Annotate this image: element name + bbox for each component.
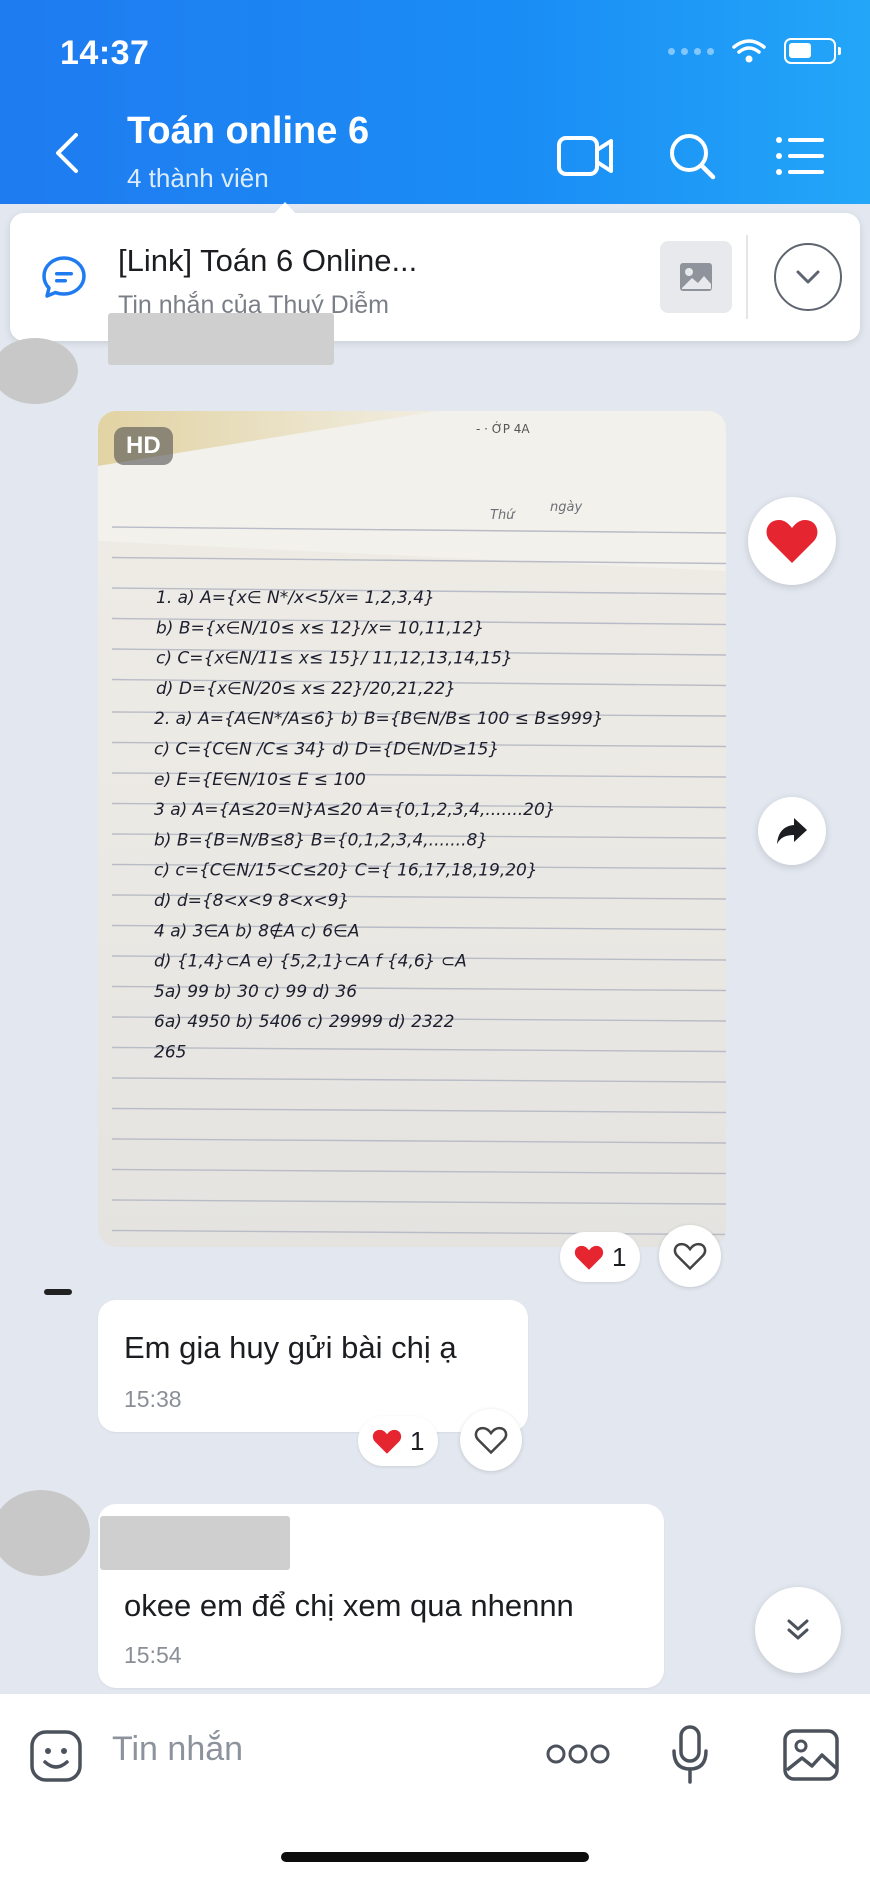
notebook-handwritten-line: c) C={C∈N /C≤ 34} d) D={D∈N/D≥15} (154, 740, 499, 760)
pinned-caret (272, 202, 298, 216)
image-icon (680, 263, 712, 291)
sender-name (108, 313, 334, 365)
forward-button[interactable] (758, 797, 826, 865)
video-call-icon (557, 136, 613, 176)
double-chevron-down-icon (787, 1619, 809, 1640)
chevron-down-icon (796, 270, 820, 284)
message-text: okee em để chị xem qua nhennn (124, 1588, 574, 1623)
pinned-divider (746, 235, 748, 319)
menu-icon (776, 137, 824, 175)
image-message[interactable]: Thứ ngày - · ỚP 4A 1. a) A={x∈ N*/x<5/x=… (98, 411, 726, 1247)
search-icon (670, 134, 716, 180)
notebook-rule-line (111, 1229, 726, 1236)
pinned-title: [Link] Toán 6 Online... (118, 243, 418, 278)
reaction-summary[interactable]: 1 (358, 1416, 439, 1466)
expand-pinned-button[interactable] (774, 243, 842, 311)
notebook-photo: Thứ ngày - · ỚP 4A 1. a) A={x∈ N*/x<5/x=… (98, 411, 726, 1236)
signal-icon (668, 47, 714, 55)
chat-header: 14:37 Toán online 6 4 thành viên (0, 0, 870, 204)
notebook-handwritten-line: c) C={x∈N/11≤ x≤ 15}/ 11,12,13,14,15} (156, 649, 513, 669)
notebook-handwritten-line: b) B={x∈N/10≤ x≤ 12}/x= 10,11,12} (156, 618, 484, 638)
message-text: Em gia huy gửi bài chị ạ (124, 1330, 457, 1365)
menu-button[interactable] (770, 128, 832, 184)
back-icon (56, 133, 78, 173)
notebook-header-fragment: - · ỚP 4A (476, 421, 530, 436)
home-indicator (281, 1852, 589, 1862)
reaction-summary[interactable]: 1 (560, 1232, 641, 1282)
notebook-handwritten-line: 6a) 4950 b) 5406 c) 29999 d) 2322 (154, 1012, 454, 1032)
message-time: 15:54 (124, 1642, 182, 1668)
notebook-rule-line (111, 1199, 726, 1205)
notebook-handwritten-line: 5a) 99 b) 30 c) 99 d) 36 (154, 982, 357, 1002)
typing-dash (44, 1289, 72, 1295)
pinned-thumbnail[interactable] (660, 241, 732, 313)
notebook-handwritten-line: d) d={8<x<9 8<x<9} (154, 891, 349, 911)
scroll-to-bottom-button[interactable] (755, 1587, 841, 1673)
chat-bubble-icon (40, 253, 88, 301)
member-count[interactable]: 4 thành viên (127, 163, 269, 194)
reaction-count: 1 (612, 1241, 627, 1272)
notebook-handwritten-line: 265 (154, 1043, 186, 1063)
avatar[interactable] (0, 338, 78, 404)
notebook-day: Thứ (490, 508, 516, 523)
message-time: 15:38 (124, 1386, 182, 1412)
gallery-icon[interactable] (782, 1728, 840, 1782)
like-button[interactable] (659, 1225, 721, 1287)
notebook-rule-line (111, 1046, 726, 1053)
hd-badge: HD (114, 427, 173, 465)
video-call-button[interactable] (555, 128, 617, 184)
more-icon[interactable] (546, 1742, 610, 1766)
quick-heart-button[interactable] (748, 497, 836, 585)
notebook-rule-line (111, 1077, 726, 1083)
notebook-handwritten-line: 2. a) A={A∈N*/A≤6} b) B={B∈N/B≤ 100 ≤ B≤… (154, 709, 604, 729)
chat-title[interactable]: Toán online 6 (127, 110, 369, 153)
message-bubble[interactable]: okee em để chị xem qua nhennn 15:54 (98, 1504, 664, 1688)
back-button[interactable] (44, 125, 94, 181)
notebook-handwritten-line: 4 a) 3∈A b) 8∉A c) 6∈A (154, 921, 359, 941)
notebook-handwritten-line: d) {1,4}⊂A e) {5,2,1}⊂A f {4,6} ⊂A (154, 952, 467, 972)
share-icon (777, 818, 807, 844)
notebook-handwritten-line: d) D={x∈N/20≤ x≤ 22}/20,21,22} (156, 679, 456, 699)
message-bubble[interactable]: Em gia huy gửi bài chị ạ 15:38 (98, 1300, 528, 1432)
notebook-handwritten-line: 1. a) A={x∈ N*/x<5/x= 1,2,3,4} (156, 588, 435, 608)
reaction-count: 1 (410, 1425, 425, 1456)
status-time: 14:37 (60, 34, 150, 72)
status-icons (668, 38, 841, 64)
notebook-handwritten-line: e) E={E∈N/10≤ E ≤ 100 (154, 770, 366, 790)
sticker-icon[interactable] (28, 1728, 84, 1784)
search-button[interactable] (661, 128, 723, 184)
notebook-handwritten-line: c) c={C∈N/15<C≤20} C={ 16,17,18,19,20} (154, 861, 538, 881)
heart-outline-icon (474, 1426, 508, 1455)
notebook-date: ngày (550, 500, 582, 515)
heart-icon (574, 1245, 604, 1270)
notebook-rule-line (111, 1107, 726, 1114)
heart-icon (766, 520, 818, 563)
microphone-icon[interactable] (670, 1724, 710, 1786)
message-input[interactable]: Tin nhắn (112, 1730, 243, 1769)
wifi-icon (732, 39, 766, 63)
notebook-rule-line (111, 1138, 726, 1144)
notebook-handwritten-line: b) B={B=N/B≤8} B={0,1,2,3,4,.......8} (154, 830, 488, 850)
like-button[interactable] (460, 1409, 522, 1471)
heart-icon (372, 1429, 402, 1454)
battery-icon (784, 38, 841, 64)
notebook-handwritten-line: 3 a) A={A≤20=N}A≤20 A={0,1,2,3,4,.......… (154, 800, 556, 820)
notebook-rule-line (111, 1168, 726, 1175)
avatar[interactable] (0, 1490, 90, 1576)
heart-outline-icon (673, 1242, 707, 1271)
sender-name (100, 1516, 290, 1570)
